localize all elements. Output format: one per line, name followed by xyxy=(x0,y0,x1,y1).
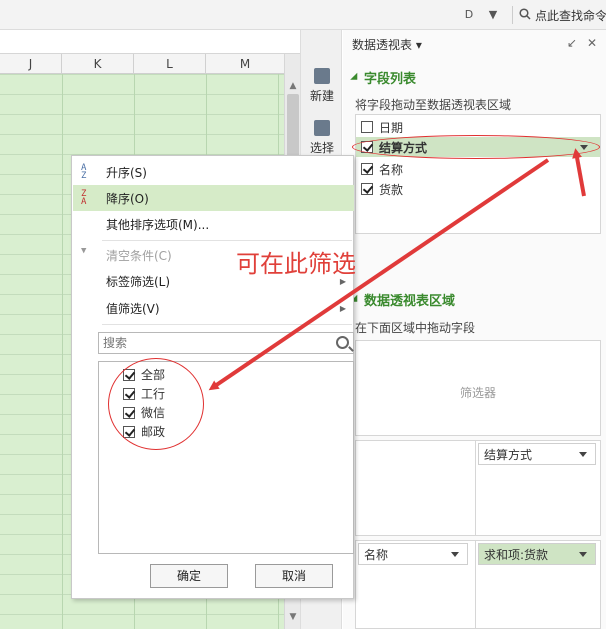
menu-more-sort-label: 其他排序选项(M)... xyxy=(106,217,210,232)
new-tool-button[interactable]: 新建 xyxy=(304,68,340,104)
pivot-table-panel: 数据透视表 ▾ ↙ ✕ 字段列表 将字段拖动至数据透视表区域 日期 结算方式 名… xyxy=(343,30,606,629)
field-item-date[interactable]: 日期 xyxy=(361,117,403,137)
value-field-pill[interactable]: 求和项:货款 xyxy=(478,543,596,565)
cancel-button[interactable]: 取消 xyxy=(255,564,333,588)
highlight-oval xyxy=(108,358,204,450)
pivot-areas-title-text: 数据透视表区域 xyxy=(364,294,456,309)
filter-area-placeholder: 筛选器 xyxy=(459,386,496,400)
ok-button[interactable]: 确定 xyxy=(150,564,228,588)
menu-value-filter[interactable]: 值筛选(V) ▶ xyxy=(73,295,354,321)
scroll-down-icon[interactable]: ▼ xyxy=(287,611,299,623)
field-checkbox-date[interactable] xyxy=(361,121,373,133)
search-icon xyxy=(519,7,531,23)
menu-sort-ascending[interactable]: AZ 升序(S) xyxy=(73,159,354,185)
column-header-k[interactable]: K xyxy=(62,54,134,74)
menu-label-filter-label: 标签筛选(L) xyxy=(106,274,171,289)
search-command-box[interactable]: 点此查找命令 xyxy=(512,6,606,24)
value-area[interactable]: 求和项:货款 xyxy=(475,540,601,629)
pivot-panel-title-text: 数据透视表 xyxy=(352,38,413,52)
menu-sort-descending-label: 降序(O) xyxy=(106,191,149,206)
menu-sort-ascending-label: 升序(S) xyxy=(106,165,147,180)
row-field-label: 名称 xyxy=(364,547,389,562)
new-tool-label: 新建 xyxy=(309,89,334,103)
field-item-payment[interactable]: 货款 xyxy=(361,179,403,199)
close-icon[interactable]: ✕ xyxy=(587,36,597,50)
sort-descending-icon: ZA xyxy=(81,189,87,207)
column-field-dropdown-icon[interactable] xyxy=(579,451,587,457)
menu-divider xyxy=(102,240,352,241)
submenu-arrow-icon: ▶ xyxy=(339,303,346,313)
value-field-dropdown-icon[interactable] xyxy=(579,551,587,557)
column-header-j[interactable]: J xyxy=(0,54,62,74)
field-item-name[interactable]: 名称 xyxy=(361,159,403,179)
menu-divider xyxy=(102,324,352,325)
field-list-hint: 将字段拖动至数据透视表区域 xyxy=(355,98,512,112)
menu-sort-descending[interactable]: ZA 降序(O) xyxy=(73,185,354,211)
filter-search-box[interactable] xyxy=(98,332,354,354)
formula-bar[interactable] xyxy=(0,30,300,54)
dropdown-icon[interactable]: ▼ xyxy=(486,8,500,22)
select-tool-label: 选择 xyxy=(309,141,334,155)
field-label-date: 日期 xyxy=(379,120,404,135)
field-list-title-text: 字段列表 xyxy=(364,72,417,87)
row-field-pill[interactable]: 名称 xyxy=(358,543,468,565)
scroll-up-icon[interactable]: ▲ xyxy=(287,80,299,92)
value-field-label: 求和项:货款 xyxy=(484,547,549,562)
sort-ascending-icon: AZ xyxy=(81,163,87,181)
select-tool-button[interactable]: 选择 xyxy=(304,120,340,156)
clear-filter-icon: ▼ xyxy=(81,246,87,256)
column-header: J K L M xyxy=(0,54,284,74)
column-field-label: 结算方式 xyxy=(484,447,533,462)
search-icon[interactable] xyxy=(336,336,349,349)
pivot-areas-section-title[interactable]: 数据透视表区域 xyxy=(350,290,456,309)
column-header-m[interactable]: M xyxy=(206,54,284,74)
column-header-l[interactable]: L xyxy=(134,54,206,74)
filter-dropdown-menu: AZ 升序(S) ZA 降序(O) 其他排序选项(M)... ▼ 清空条件(C)… xyxy=(71,155,354,599)
field-label-payment: 货款 xyxy=(379,182,404,197)
pivot-areas-hint: 在下面区域中拖动字段 xyxy=(355,321,476,335)
field-checkbox-payment[interactable] xyxy=(361,183,373,195)
filter-search-input[interactable] xyxy=(99,333,319,353)
column-area[interactable]: 结算方式 xyxy=(475,440,601,536)
menu-clear-label: 清空条件(C) xyxy=(106,248,172,263)
field-list-section-title[interactable]: 字段列表 xyxy=(350,68,417,87)
collapse-icon[interactable]: ↙ xyxy=(567,36,577,50)
annotation-text: 可在此筛选 xyxy=(236,250,356,278)
collapse-triangle-icon xyxy=(350,72,361,83)
search-command-label: 点此查找命令 xyxy=(535,8,606,23)
top-toolbar: D ▼ 点此查找命令 xyxy=(0,0,606,30)
menu-more-sort-options[interactable]: 其他排序选项(M)... xyxy=(73,211,354,237)
blank-area xyxy=(355,440,475,536)
highlight-oval xyxy=(352,135,600,159)
column-field-pill[interactable]: 结算方式 xyxy=(478,443,596,465)
menu-value-filter-label: 值筛选(V) xyxy=(106,301,160,316)
row-area[interactable]: 名称 xyxy=(355,540,475,629)
field-list-box: 日期 结算方式 名称 货款 xyxy=(355,114,601,234)
d-icon[interactable]: D xyxy=(462,8,476,22)
pivot-panel-title[interactable]: 数据透视表 ▾ xyxy=(352,36,422,53)
new-icon xyxy=(314,68,330,84)
select-icon xyxy=(314,120,330,136)
field-checkbox-name[interactable] xyxy=(361,163,373,175)
filter-area[interactable]: 筛选器 xyxy=(355,340,601,436)
row-field-dropdown-icon[interactable] xyxy=(451,551,459,557)
field-label-name: 名称 xyxy=(379,162,404,177)
scroll-thumb[interactable] xyxy=(287,94,299,164)
